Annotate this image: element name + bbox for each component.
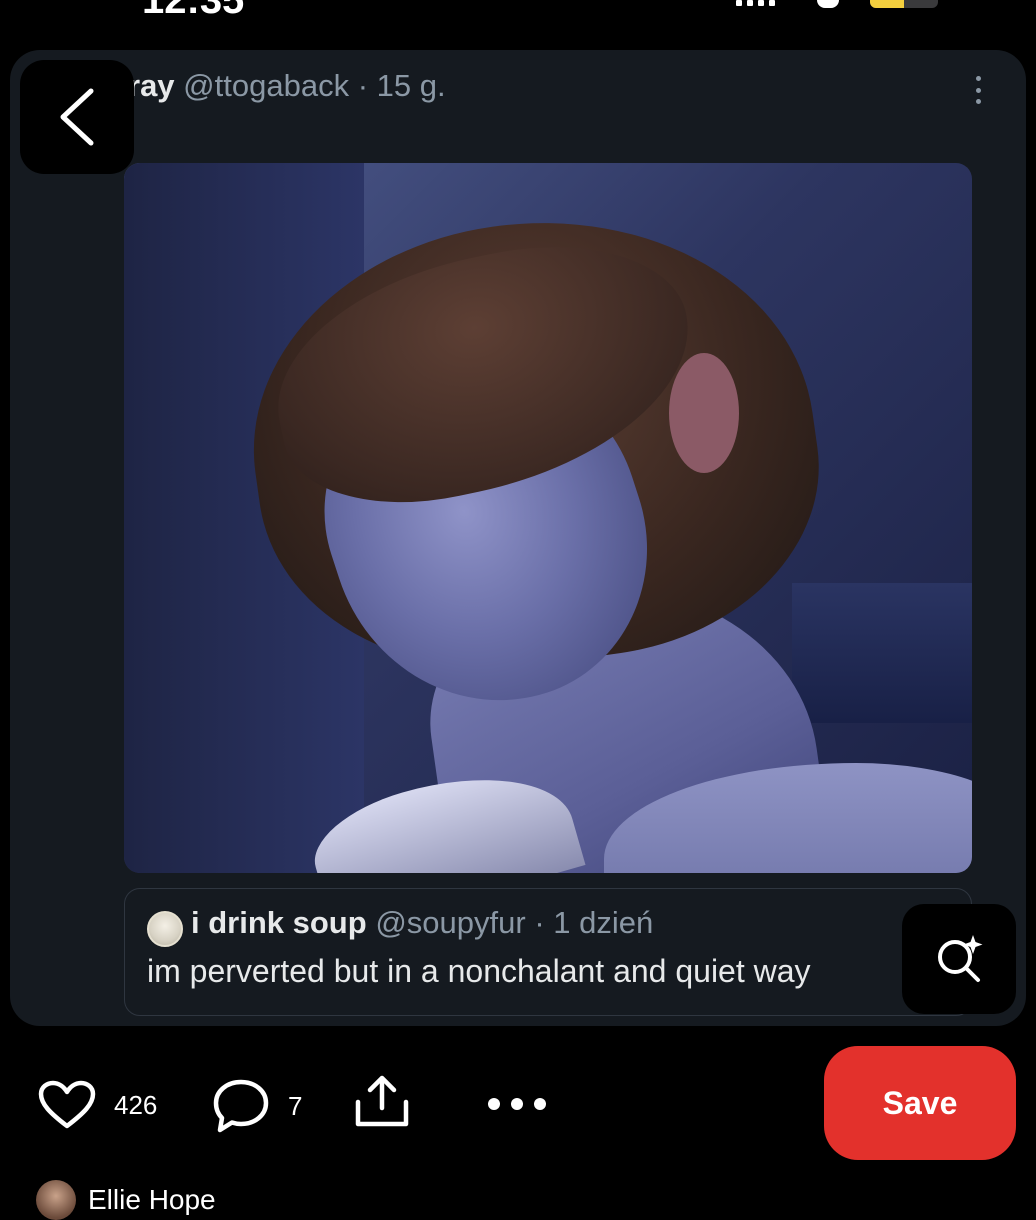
comment-button[interactable]: 7 bbox=[212, 1078, 302, 1134]
visual-search-icon bbox=[938, 935, 983, 982]
share-button[interactable] bbox=[352, 1074, 412, 1130]
quote-author-name: i drink soup bbox=[191, 905, 367, 940]
action-bar: 426 7 Save bbox=[0, 1046, 1036, 1166]
pinner-avatar bbox=[36, 1180, 76, 1220]
heart-icon bbox=[38, 1080, 96, 1129]
chevron-left-icon bbox=[60, 88, 94, 146]
save-button[interactable]: Save bbox=[824, 1046, 1016, 1160]
tweet-timestamp: 15 g. bbox=[376, 68, 446, 103]
wifi-icon bbox=[817, 0, 839, 8]
meta-separator: · bbox=[357, 68, 369, 103]
pinner-name: Ellie Hope bbox=[88, 1184, 216, 1215]
photo-window bbox=[792, 583, 972, 723]
like-button[interactable]: 426 bbox=[38, 1080, 157, 1130]
quoted-tweet: i drink soup @soupyfur · 1 dzień im perv… bbox=[124, 888, 972, 1016]
more-horizontal-icon bbox=[488, 1098, 546, 1110]
author-handle: @ttogaback bbox=[183, 68, 350, 103]
status-time: 12:35 bbox=[142, 0, 245, 22]
tweet-photo bbox=[124, 163, 972, 873]
quote-author-avatar bbox=[147, 911, 183, 947]
more-options-button[interactable] bbox=[486, 1096, 548, 1112]
tweet-header: ray @ttogaback · 15 g. bbox=[10, 50, 1026, 152]
visual-search-button[interactable] bbox=[902, 904, 1016, 1014]
author-line: ray @ttogaback · 15 g. bbox=[128, 68, 446, 104]
quote-meta-separator: · bbox=[534, 905, 545, 940]
quote-author-line: i drink soup @soupyfur · 1 dzień bbox=[191, 905, 653, 941]
likes-count: 426 bbox=[114, 1089, 158, 1120]
author-name: ray bbox=[128, 68, 175, 103]
battery-icon bbox=[870, 0, 938, 8]
kebab-icon bbox=[974, 76, 982, 104]
quote-author-handle: @soupyfur bbox=[375, 905, 526, 940]
quote-timestamp: 1 dzień bbox=[553, 905, 654, 940]
comments-count: 7 bbox=[288, 1090, 303, 1121]
pinner-row[interactable]: Ellie Hope bbox=[36, 1180, 216, 1220]
pin-image[interactable]: ray @ttogaback · 15 g. i drink soup @sou… bbox=[10, 50, 1026, 1026]
status-bar: 12:35 bbox=[0, 0, 1036, 22]
back-button[interactable] bbox=[20, 60, 134, 174]
share-icon bbox=[355, 1075, 409, 1127]
quote-text: im perverted but in a nonchalant and qui… bbox=[147, 953, 811, 989]
comment-icon bbox=[213, 1079, 269, 1133]
signal-icon bbox=[736, 0, 776, 6]
photo-ear bbox=[669, 353, 739, 473]
